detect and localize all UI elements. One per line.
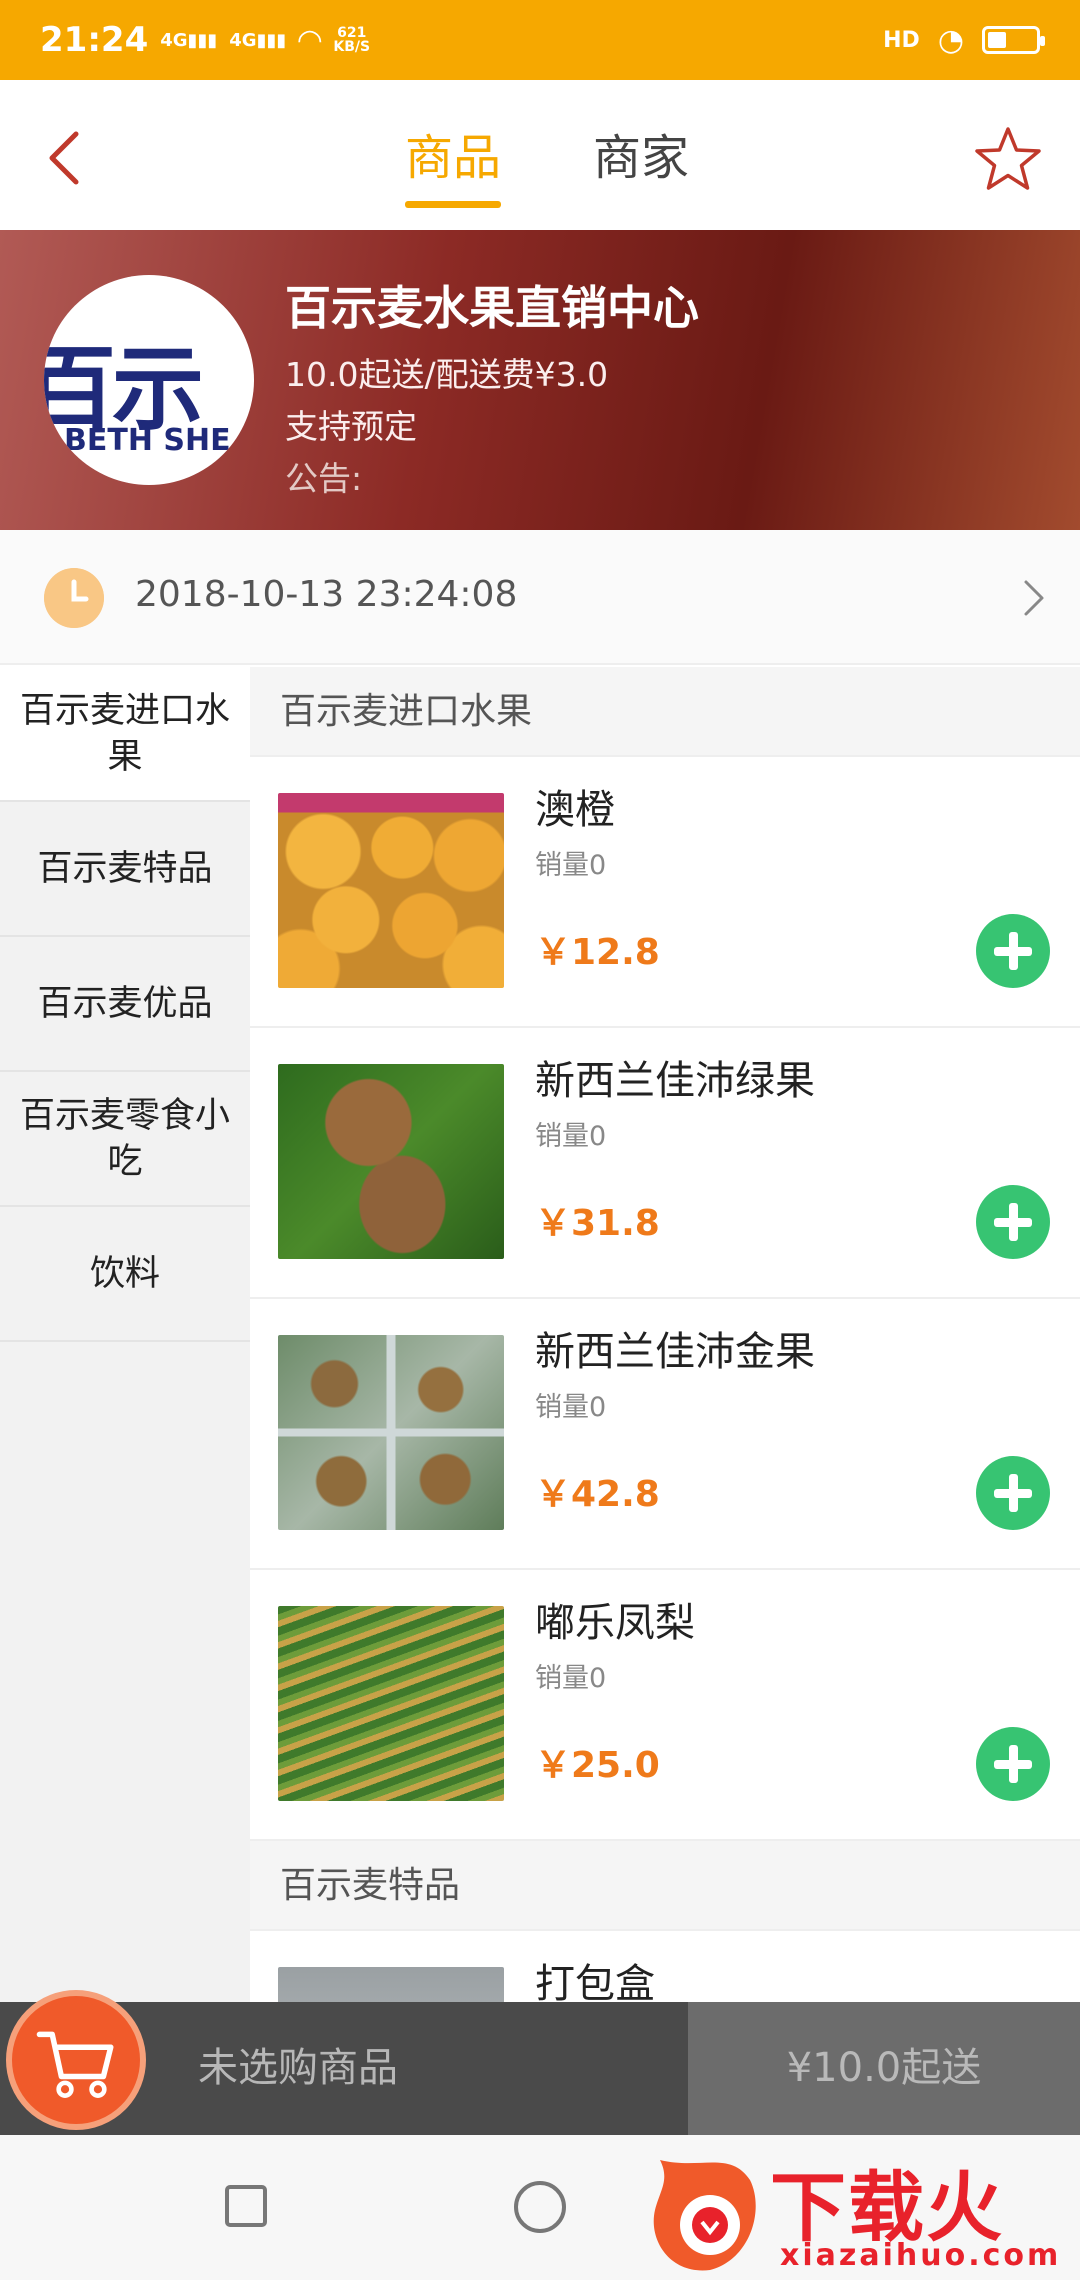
- product-item[interactable]: 嘟乐凤梨 销量0 ￥25.0: [250, 1570, 1080, 1841]
- category-label: 百示麦零食小吃: [19, 1095, 230, 1182]
- product-image[interactable]: [278, 1064, 504, 1259]
- add-to-cart-button[interactable]: [976, 1727, 1050, 1801]
- category-label: 百示麦特品: [37, 848, 213, 889]
- add-to-cart-button[interactable]: [976, 1456, 1050, 1530]
- hd-icon: HD: [883, 27, 920, 53]
- clock-icon: [44, 568, 104, 628]
- product-item[interactable]: 打包盒: [250, 1931, 1080, 2002]
- status-bar: 21:24 4G▮▮▮ 4G▮▮▮ ◠ 621 KB/S HD ◔: [0, 0, 1080, 80]
- signal-icon: 4G▮▮▮: [160, 29, 218, 51]
- logo-text-en: BETH SHE: [64, 423, 231, 458]
- shop-delivery: 10.0起送/配送费¥3.0: [285, 355, 609, 394]
- product-price: ￥31.8: [535, 1203, 660, 1244]
- delivery-time-row[interactable]: 2018-10-13 23:24:08: [0, 530, 1080, 665]
- signal-icon-2: 4G▮▮▮: [229, 29, 287, 51]
- section-header: 百示麦进口水果: [250, 667, 1080, 757]
- product-image[interactable]: [278, 793, 504, 988]
- battery-icon: [982, 26, 1045, 54]
- category-imported-fruit[interactable]: 百示麦进口水果: [0, 667, 250, 802]
- home-button[interactable]: [514, 2181, 566, 2233]
- product-sales: 销量0: [535, 850, 607, 881]
- status-left: 21:24 4G▮▮▮ 4G▮▮▮ ◠ 621 KB/S: [40, 20, 370, 60]
- shop-banner: 百示麦 BETH SHE 百示麦水果直销中心 10.0起送/配送费¥3.0 支持…: [0, 230, 1080, 530]
- product-sales: 销量0: [535, 1121, 607, 1152]
- product-price: ￥42.8: [535, 1474, 660, 1515]
- product-image[interactable]: [278, 1967, 504, 2002]
- shopping-cart-icon: [36, 2031, 114, 2098]
- net-speed-unit: KB/S: [333, 39, 371, 55]
- product-list[interactable]: 百示麦进口水果 澳橙 销量0 ￥12.8 新西兰佳沛绿果 销量0 ￥31.8 新…: [250, 667, 1080, 2002]
- category-sidebar: 百示麦进口水果 百示麦特品 百示麦优品 百示麦零食小吃 饮料: [0, 667, 250, 2002]
- cart-bar: 未选购商品 ¥10.0起送: [0, 2002, 1080, 2135]
- category-snacks[interactable]: 百示麦零食小吃: [0, 1072, 250, 1207]
- tab-merchant-label: 商家: [593, 130, 690, 186]
- alarm-icon: ◔: [937, 22, 964, 58]
- signal-label-1: 4G: [160, 29, 188, 51]
- watermark: 下载火 xiazaihuo.com: [640, 2140, 1080, 2280]
- product-sales: 销量0: [535, 1392, 607, 1423]
- net-speed: 621 KB/S: [333, 26, 370, 54]
- category-special[interactable]: 百示麦特品: [0, 802, 250, 937]
- product-name: 打包盒: [535, 1961, 655, 2002]
- product-price: ￥25.0: [535, 1745, 660, 1786]
- category-label: 饮料: [89, 1253, 160, 1294]
- flame-logo-icon: [653, 2160, 756, 2271]
- add-to-cart-button[interactable]: [976, 1185, 1050, 1259]
- cart-button[interactable]: [6, 1990, 146, 2130]
- favorite-star-icon[interactable]: [972, 124, 1044, 196]
- category-label: 百示麦进口水果: [19, 690, 230, 777]
- add-to-cart-button[interactable]: [976, 914, 1050, 988]
- shop-preorder: 支持预定: [285, 407, 417, 446]
- header: 商品 商家: [0, 80, 1080, 230]
- checkout-button[interactable]: ¥10.0起送: [688, 2002, 1080, 2135]
- status-right: HD ◔: [883, 22, 1045, 58]
- tab-merchant[interactable]: 商家: [593, 128, 689, 198]
- watermark-url: xiazaihuo.com: [780, 2238, 1062, 2273]
- category-label: 百示麦优品: [37, 983, 213, 1024]
- product-name: 新西兰佳沛绿果: [535, 1058, 815, 1104]
- tab-goods-label: 商品: [405, 130, 502, 186]
- product-name: 澳橙: [535, 787, 615, 833]
- signal-label-2: 4G: [229, 29, 257, 51]
- product-name: 嘟乐凤梨: [535, 1600, 695, 1646]
- back-icon[interactable]: [40, 128, 90, 188]
- shop-notice: 公告:: [285, 459, 363, 498]
- product-price: ￥12.8: [535, 932, 660, 973]
- tab-active-indicator: [405, 201, 502, 208]
- cart-status: 未选购商品: [198, 2045, 398, 2091]
- product-item[interactable]: 澳橙 销量0 ￥12.8: [250, 757, 1080, 1028]
- category-drinks[interactable]: 饮料: [0, 1207, 250, 1342]
- logo-text-cn: 百示麦: [44, 335, 204, 485]
- category-premium[interactable]: 百示麦优品: [0, 937, 250, 1072]
- shop-logo: 百示麦 BETH SHE: [44, 275, 254, 485]
- wifi-icon: ◠: [298, 22, 322, 58]
- shop-name: 百示麦水果直销中心: [285, 281, 699, 335]
- tab-goods[interactable]: 商品: [405, 128, 502, 208]
- chevron-right-icon: [1024, 580, 1044, 616]
- product-name: 新西兰佳沛金果: [535, 1329, 815, 1375]
- delivery-time: 2018-10-13 23:24:08: [135, 574, 518, 615]
- product-image[interactable]: [278, 1335, 504, 1530]
- status-time: 21:24: [40, 20, 149, 60]
- product-item[interactable]: 新西兰佳沛绿果 销量0 ￥31.8: [250, 1028, 1080, 1299]
- product-image[interactable]: [278, 1606, 504, 1801]
- product-sales: 销量0: [535, 1663, 607, 1694]
- section-header: 百示麦特品: [250, 1841, 1080, 1931]
- recents-button[interactable]: [225, 2185, 267, 2227]
- product-item[interactable]: 新西兰佳沛金果 销量0 ￥42.8: [250, 1299, 1080, 1570]
